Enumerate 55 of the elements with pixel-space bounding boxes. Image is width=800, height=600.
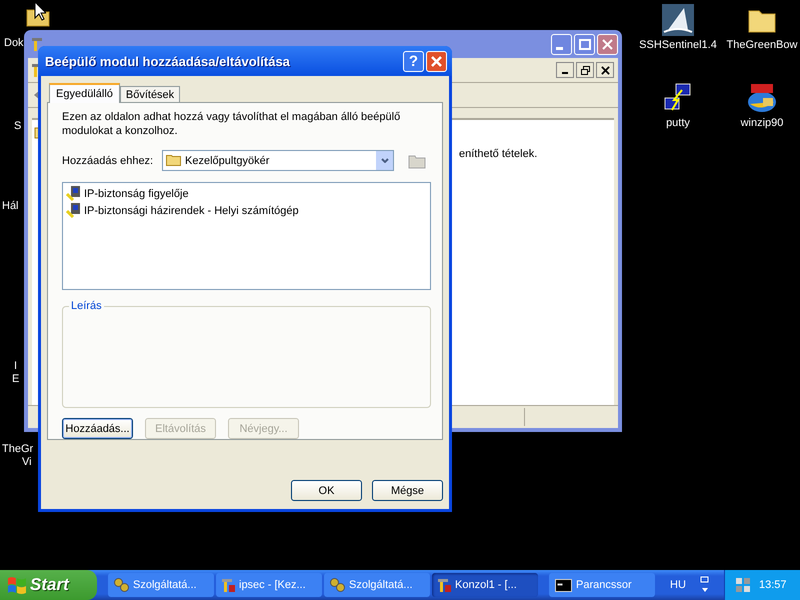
close-icon (431, 56, 442, 66)
taskbar-button[interactable]: ipsec - [Kez... (216, 573, 322, 597)
add-to-label: Hozzáadás ehhez: (62, 154, 154, 166)
maximize-icon (578, 38, 590, 50)
desktop-icon-label: Hál (2, 200, 19, 212)
hammer-icon (438, 578, 451, 592)
dialog-button[interactable]: Mégse (372, 480, 443, 501)
gears-icon (330, 578, 345, 592)
add-to-dropdown[interactable]: Kezelőpultgyökér (162, 150, 394, 171)
taskbar-button[interactable]: Konzol1 - [... (432, 573, 538, 597)
gears-icon (114, 578, 129, 592)
language-indicator[interactable]: HU (670, 579, 686, 591)
close-icon (602, 38, 613, 50)
group-title: Leírás (69, 300, 104, 312)
setup-icon[interactable] (746, 82, 778, 114)
desktop-icon-label: S (14, 120, 22, 132)
desktop-icon-label[interactable]: SSHSentinel1.4 (639, 39, 717, 51)
desktop-icon-label: Dok (4, 37, 24, 49)
description-text: Ezen az oldalon adhat hozzá vagy távolíthat el magában álló beépülő modulokat a konzolhoz. (62, 110, 402, 138)
close-button[interactable] (596, 62, 614, 78)
action-button[interactable]: Hozzáadás... (62, 418, 133, 439)
computer-key-icon (66, 186, 81, 201)
desktop-icon-label: E (12, 373, 20, 385)
taskbar-button[interactable]: Parancssor (549, 573, 655, 597)
minimize-icon (562, 72, 568, 74)
hammer-icon (222, 578, 235, 592)
desktop-icon-label: Vi (22, 456, 32, 468)
desktop-icon-label: I (14, 360, 18, 372)
taskbar-button[interactable]: Szolgáltatá... (324, 573, 430, 597)
taskbar-button[interactable]: Szolgáltatá... (108, 573, 214, 597)
restore-icon (580, 66, 590, 74)
desktop-icon-label[interactable]: winzip90 (740, 117, 784, 129)
hammer-icon (32, 38, 42, 50)
help-button[interactable]: ? (403, 50, 424, 72)
dialog-button[interactable]: OK (291, 480, 362, 501)
snap-in-item[interactable]: IP-biztonsági házirendek - Helyi számítógép (66, 202, 427, 219)
snap-in-item[interactable]: IP-biztonság figyelője (66, 185, 427, 202)
restore-button[interactable] (576, 62, 594, 78)
windows-logo-icon (8, 576, 26, 594)
minimize-icon (556, 46, 562, 50)
minimize-button[interactable] (556, 62, 574, 78)
info-text: eníthető tételek. (459, 148, 538, 160)
maximize-button[interactable] (574, 34, 595, 54)
close-icon (600, 66, 610, 74)
desktop-icon-label: TheGr (2, 443, 34, 455)
command-prompt-icon (555, 578, 572, 592)
desktop-icon-label[interactable]: TheGreenBow (726, 39, 798, 51)
computer-key-icon (66, 203, 81, 218)
desktop-icon-label[interactable]: putty (666, 117, 690, 129)
window-title: Beépülő modul hozzáadása/eltávolítása (45, 54, 290, 68)
tab[interactable]: Bővítések (120, 86, 180, 103)
chevron-down-icon (380, 158, 388, 163)
language-bar-icon[interactable] (700, 576, 710, 594)
tab[interactable]: Egyedülálló (49, 83, 120, 103)
sail-icon[interactable] (662, 4, 694, 36)
